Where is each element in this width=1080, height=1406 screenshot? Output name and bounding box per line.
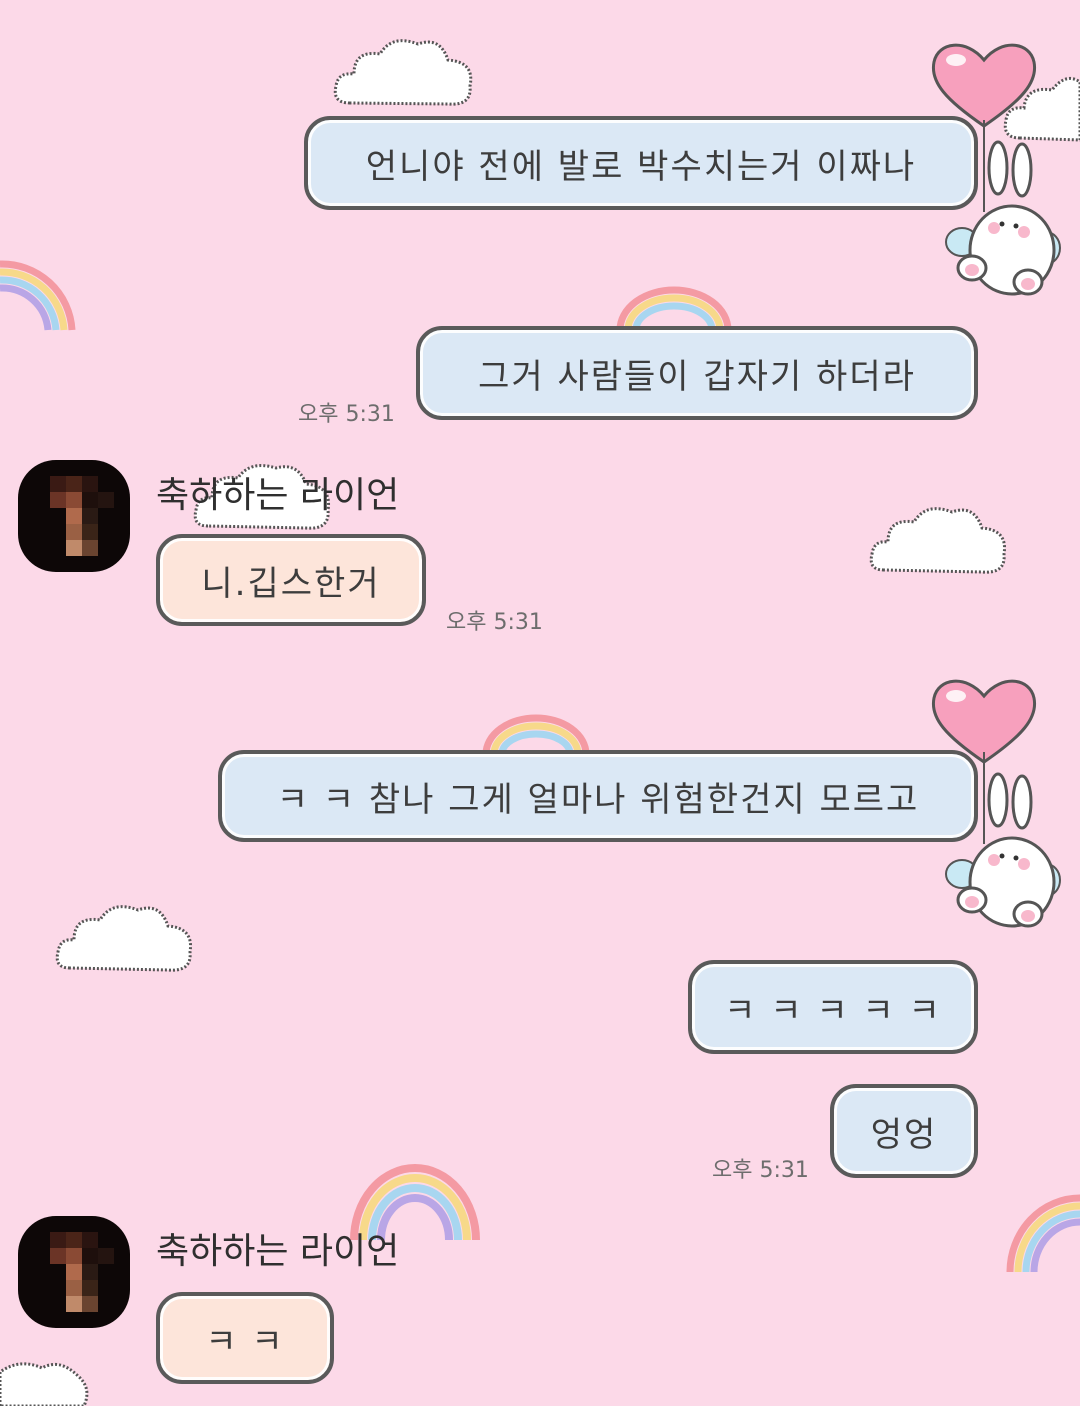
message-bubble-incoming[interactable]: 니.깁스한거 [156,534,426,626]
avatar[interactable] [18,1216,130,1328]
cloud-decoration [333,39,473,106]
avatar[interactable] [18,460,130,572]
message-timestamp: 오후 5:31 [712,1158,809,1183]
rainbow-decoration [0,260,76,331]
cloud-decoration [869,507,1007,574]
message-bubble-outgoing[interactable]: ㅋ ㅋ 참나 그게 얼마나 위험한건지 모르고 [218,750,978,842]
message-bubble-outgoing[interactable]: 엉엉 [830,1084,978,1178]
cloud-decoration [0,1362,89,1406]
message-bubble-outgoing[interactable]: 언니야 전에 발로 박수치는거 이짜나 [304,116,978,210]
rainbow-decoration [482,714,590,754]
sender-name: 축하하는 라이언 [156,475,400,516]
message-bubble-incoming[interactable]: ㅋ ㅋ [156,1292,334,1384]
message-timestamp: 오후 5:31 [446,610,543,635]
cloud-decoration [1003,76,1080,142]
rainbow-decoration [616,286,732,330]
message-timestamp: 오후 5:31 [298,402,395,427]
message-bubble-outgoing[interactable]: 그거 사람들이 갑자기 하더라 [416,326,978,420]
message-bubble-outgoing[interactable]: ㅋ ㅋ ㅋ ㅋ ㅋ [688,960,978,1054]
cloud-decoration [55,905,193,972]
rainbow-decoration [1006,1194,1080,1273]
sender-name: 축하하는 라이언 [156,1231,400,1272]
